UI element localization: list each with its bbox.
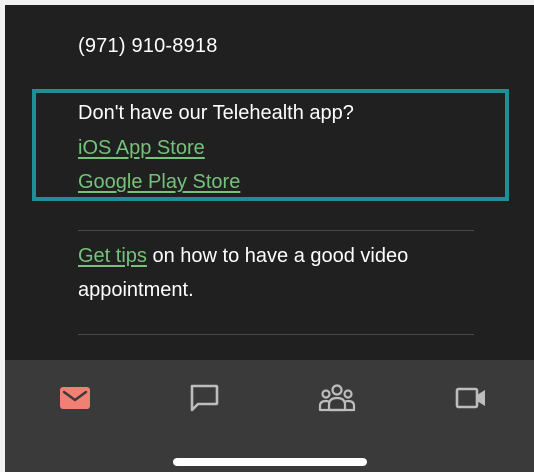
people-icon <box>318 384 356 412</box>
screen: (971) 910-8918 Don't have our Telehealth… <box>5 5 534 472</box>
phone-number[interactable]: (971) 910-8918 <box>78 35 218 58</box>
video-camera-icon <box>455 387 485 409</box>
nav-tab-messages[interactable] <box>55 378 95 418</box>
app-promo-question: Don't have our Telehealth app? <box>78 102 354 124</box>
video-tips: Get tips on how to have a good video app… <box>78 239 478 307</box>
mail-icon <box>60 387 90 409</box>
nav-tab-groups[interactable] <box>317 378 357 418</box>
bottom-nav-bar <box>5 360 534 472</box>
nav-tab-video[interactable] <box>451 378 491 418</box>
divider <box>78 230 474 231</box>
nav-tab-chat[interactable] <box>184 378 224 418</box>
get-tips-link[interactable]: Get tips <box>78 245 147 267</box>
ios-app-store-link[interactable]: iOS App Store <box>78 137 205 160</box>
chat-bubble-icon <box>190 384 219 412</box>
home-indicator[interactable] <box>173 458 367 466</box>
google-play-store-link[interactable]: Google Play Store <box>78 171 240 194</box>
divider <box>78 334 474 335</box>
